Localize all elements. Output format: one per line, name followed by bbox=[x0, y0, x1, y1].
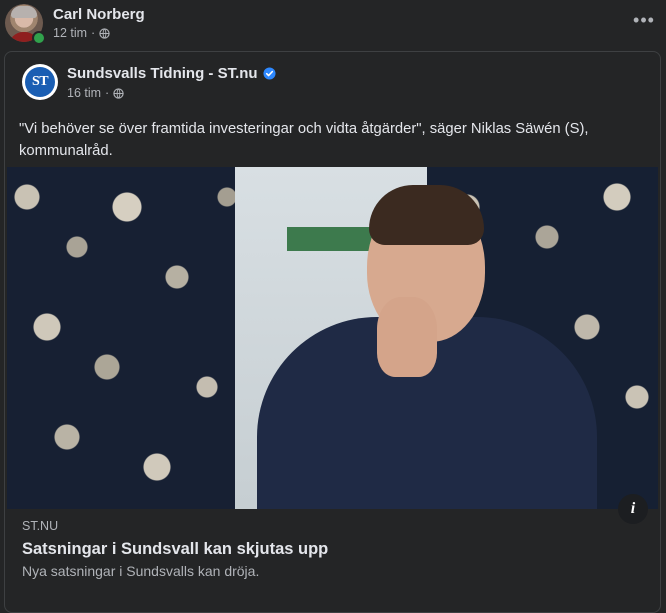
shared-post-card[interactable]: ST Sundsvalls Tidning - ST.nu 16 tim · "… bbox=[4, 51, 661, 613]
author-name[interactable]: Carl Norberg bbox=[53, 6, 145, 23]
source-time[interactable]: 16 tim bbox=[67, 86, 101, 100]
source-meta-separator: · bbox=[105, 86, 110, 100]
source-name[interactable]: Sundsvalls Tidning - ST.nu bbox=[67, 65, 258, 82]
avatar-hair bbox=[11, 6, 37, 18]
photo-curtain-left bbox=[7, 167, 247, 509]
more-options-button[interactable]: ••• bbox=[630, 8, 658, 32]
source-logo[interactable]: ST bbox=[22, 64, 58, 100]
link-description: Nya satsningar i Sundsvalls kan dröja. bbox=[22, 563, 260, 579]
globe-icon bbox=[113, 87, 124, 99]
shared-post-text: "Vi behöver se över framtida investering… bbox=[19, 121, 589, 159]
photo-person-hand bbox=[377, 297, 437, 377]
post-header: Carl Norberg 12 tim · ••• bbox=[0, 0, 666, 52]
photo-person-hair bbox=[369, 185, 484, 245]
source-name-row: Sundsvalls Tidning - ST.nu bbox=[67, 65, 276, 82]
info-icon[interactable]: i bbox=[618, 494, 648, 524]
post-meta: 12 tim · bbox=[53, 26, 110, 40]
source-meta: 16 tim · bbox=[67, 86, 124, 100]
link-domain: ST.NU bbox=[22, 519, 59, 533]
verified-icon bbox=[263, 67, 276, 80]
source-logo-mark: ST bbox=[25, 67, 55, 97]
online-status-dot bbox=[32, 31, 46, 45]
photo-sign bbox=[287, 227, 377, 251]
post-time[interactable]: 12 tim bbox=[53, 26, 87, 40]
meta-separator: · bbox=[91, 26, 96, 40]
globe-icon bbox=[99, 27, 110, 39]
article-photo[interactable] bbox=[7, 167, 658, 509]
link-title[interactable]: Satsningar i Sundsvall kan skjutas upp bbox=[22, 540, 328, 559]
